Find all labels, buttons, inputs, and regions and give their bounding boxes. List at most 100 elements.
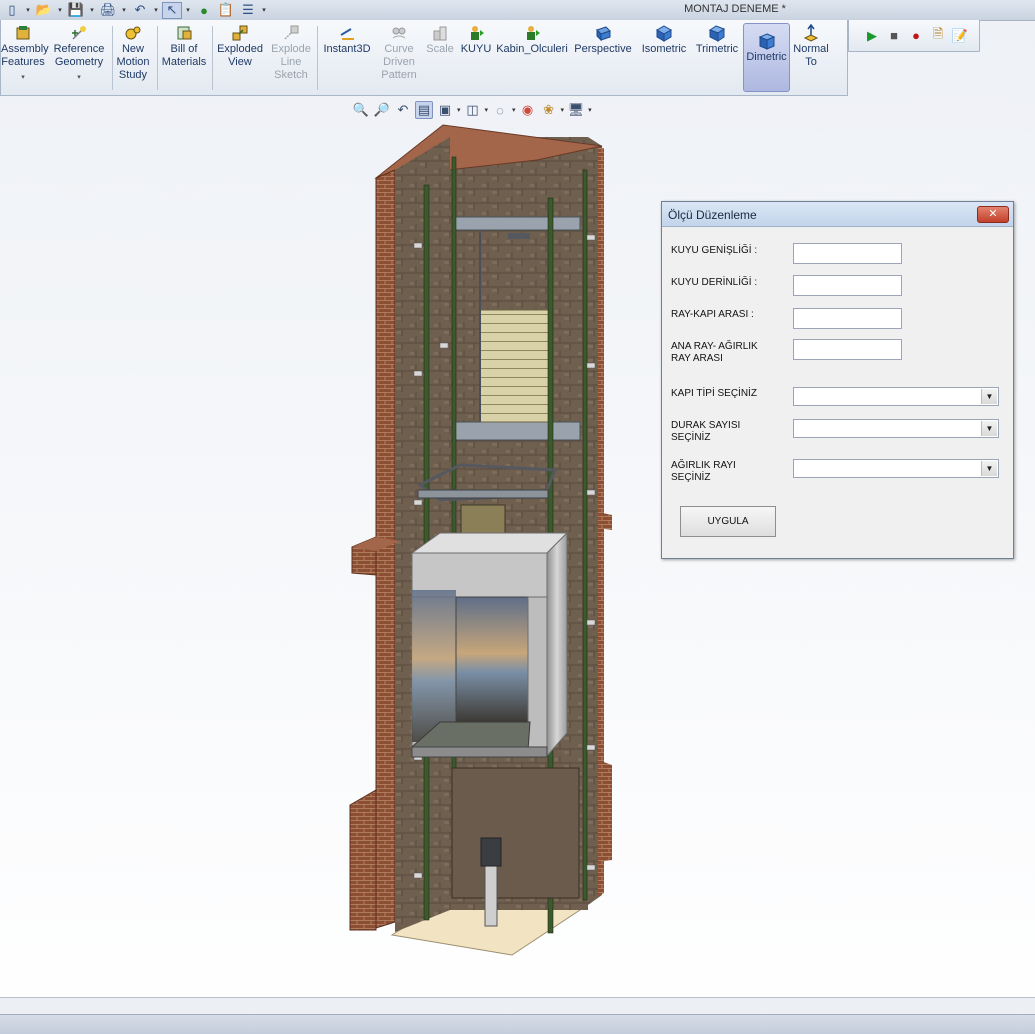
print-icon[interactable]: 🖨 — [98, 2, 118, 19]
horizontal-scrollbar[interactable] — [0, 997, 1035, 1015]
perspective-icon — [596, 26, 611, 42]
toolbar-divider — [157, 26, 158, 90]
undo-icon[interactable]: ↶ — [130, 2, 150, 19]
kuyu-genisligi-label: KUYU GENİŞLİĞİ : — [671, 245, 758, 256]
cmd-label-line1: Instant3D — [323, 43, 371, 55]
uygula-button[interactable]: UYGULA — [680, 506, 776, 537]
isometric-button[interactable]: Isometric — [638, 24, 690, 56]
new-dropdown-arrow[interactable]: ▾ — [24, 6, 32, 14]
durak-sayisi-select[interactable]: ▼ — [793, 419, 999, 438]
display-style-dropdown[interactable]: ▾ — [485, 106, 489, 114]
explode-line-sketch-button[interactable]: Explode Line Sketch — [267, 24, 315, 82]
assembly-features-icon — [16, 26, 30, 40]
record-macro-icon[interactable]: ● — [907, 27, 925, 45]
edit-macro-icon[interactable]: 📝 — [951, 27, 969, 45]
cmd-label-line1: Reference — [53, 43, 105, 55]
scale-button[interactable]: Scale — [424, 24, 456, 56]
label-line2: SEÇİNİZ — [671, 432, 711, 443]
view-settings-icon[interactable]: 🖥 — [567, 101, 585, 119]
view-settings-dropdown[interactable]: ▾ — [588, 106, 592, 114]
file-properties-icon[interactable]: 📋 — [216, 2, 236, 19]
ana-ray-agirlik-input[interactable] — [793, 339, 902, 360]
open-folder-icon[interactable]: 📂 — [34, 2, 54, 19]
cmd-label-line1: Perspective — [574, 43, 632, 55]
section-view-icon[interactable]: ▤ — [415, 101, 433, 119]
apply-scene-icon[interactable]: ❀ — [540, 101, 558, 119]
trimetric-button[interactable]: Trimetric — [693, 24, 741, 56]
ana-ray-agirlik-label: ANA RAY- AĞIRLIK RAY ARASI — [671, 341, 758, 365]
select-arrow-icon[interactable]: ↖ — [162, 1, 182, 19]
undo-dropdown-arrow[interactable]: ▾ — [152, 6, 160, 14]
view-orientation-dropdown[interactable]: ▾ — [457, 106, 461, 114]
bill-of-materials-button[interactable]: Bill of Materials — [159, 24, 209, 69]
cmd-label-line2: Geometry — [54, 56, 104, 68]
reference-geometry-button[interactable]: Reference Geometry ▾ — [51, 24, 107, 84]
cmd-label-line2: Motion — [116, 56, 150, 68]
cmd-label-line1: Trimetric — [695, 43, 739, 55]
durak-sayisi-label: DURAK SAYISI SEÇİNİZ — [671, 420, 740, 444]
chevron-down-icon[interactable]: ▾ — [1, 71, 45, 84]
agirlik-rayi-select[interactable]: ▼ — [793, 459, 999, 478]
command-manager: Assembly Features ▾ Reference Geometry ▾… — [0, 20, 848, 96]
macro-kuyu-button[interactable]: KUYU — [459, 24, 493, 56]
cmd-label-line1: KUYU — [460, 43, 492, 55]
view-orientation-icon[interactable]: ▣ — [436, 101, 454, 119]
zoom-to-area-icon[interactable]: 🔎 — [373, 101, 391, 119]
dimetric-button[interactable]: Dimetric — [743, 23, 790, 92]
dialog-title-bar[interactable]: Ölçü Düzenleme ✕ — [662, 202, 1013, 227]
assembly-features-button[interactable]: Assembly Features ▾ — [1, 24, 49, 84]
edit-appearance-icon[interactable]: ◉ — [519, 101, 537, 119]
label-line2: RAY ARASI — [671, 353, 723, 364]
car-top-box — [460, 504, 506, 538]
kapi-tipi-select[interactable]: ▼ — [793, 387, 999, 406]
kuyu-genisligi-input[interactable] — [793, 243, 902, 264]
instant3d-button[interactable]: Instant3D — [320, 24, 374, 56]
isometric-icon — [655, 25, 673, 42]
curve-driven-pattern-button[interactable]: Curve Driven Pattern — [378, 24, 420, 82]
cmd-label-line2: Features — [1, 56, 45, 68]
hide-show-items-icon[interactable]: ◌ — [491, 101, 509, 119]
exploded-view-button[interactable]: Exploded View — [215, 24, 265, 69]
zoom-to-fit-icon[interactable]: 🔍 — [352, 101, 370, 119]
normal-to-icon — [803, 24, 819, 42]
chevron-down-icon[interactable]: ▼ — [981, 461, 997, 476]
status-bar — [0, 1014, 1035, 1034]
olcu-duzenleme-dialog: Ölçü Düzenleme ✕ KUYU GENİŞLİĞİ : KUYU D… — [661, 201, 1014, 559]
save-icon[interactable]: 💾 — [66, 2, 86, 19]
display-style-icon[interactable]: ◫ — [464, 101, 482, 119]
hide-show-dropdown[interactable]: ▾ — [512, 106, 516, 114]
open-dropdown-arrow[interactable]: ▾ — [56, 6, 64, 14]
counterweight-bottom-beam — [454, 421, 581, 441]
close-icon[interactable]: ✕ — [977, 206, 1009, 223]
macro-kabin-olculeri-button[interactable]: Kabin_Olculeri — [496, 24, 568, 56]
run-macro-icon[interactable]: ▶ — [863, 27, 881, 45]
kuyu-derinligi-input[interactable] — [793, 275, 902, 296]
new-motion-study-button[interactable]: New Motion Study — [114, 24, 152, 82]
macro-kabin-olculeri-icon — [527, 26, 540, 40]
options-dropdown-arrow[interactable]: ▾ — [260, 6, 268, 14]
normal-to-button[interactable]: Normal To — [791, 24, 831, 69]
select-dropdown-arrow[interactable]: ▾ — [184, 6, 192, 14]
print-dropdown-arrow[interactable]: ▾ — [120, 6, 128, 14]
chevron-down-icon[interactable]: ▼ — [981, 421, 997, 436]
perspective-button[interactable]: Perspective — [572, 24, 634, 56]
new-macro-icon[interactable]: 🗎 — [929, 26, 947, 45]
cmd-label-line3: Study — [118, 69, 148, 81]
save-dropdown-arrow[interactable]: ▾ — [88, 6, 96, 14]
stop-macro-icon[interactable]: ■ — [885, 27, 903, 45]
options-list-icon[interactable]: ☰ — [238, 2, 258, 19]
rebuild-traffic-light-icon[interactable]: ● — [194, 2, 214, 19]
chevron-down-icon[interactable]: ▼ — [981, 389, 997, 404]
previous-view-icon[interactable]: ↶ — [394, 101, 412, 119]
apply-scene-dropdown[interactable]: ▾ — [561, 106, 565, 114]
new-document-icon[interactable]: ▯ — [2, 2, 22, 19]
chevron-down-icon[interactable]: ▾ — [51, 71, 107, 84]
ray-kapi-arasi-input[interactable] — [793, 308, 902, 329]
cmd-label-line1: Exploded — [217, 43, 263, 55]
cmd-label-line1: Curve — [384, 43, 414, 55]
counterweight-top-beam — [454, 216, 581, 231]
dialog-title: Ölçü Düzenleme — [668, 208, 757, 222]
cabin-left-wall-image — [412, 590, 456, 742]
cmd-label-line2: Line — [280, 56, 302, 68]
label-line1: DURAK SAYISI — [671, 420, 741, 431]
